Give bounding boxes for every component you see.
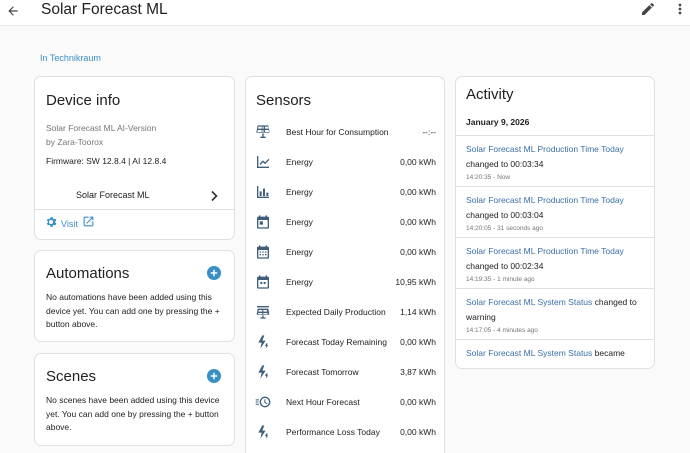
- activity-item: Solar Forecast ML Production Time Today …: [456, 186, 654, 237]
- sensor-row-performance-loss-today[interactable]: Performance Loss Today 0,00 kWh: [246, 418, 444, 448]
- sensor-name: Forecast Today Remaining: [286, 337, 387, 347]
- activity-item: Solar Forecast ML Production Time Today …: [456, 237, 654, 288]
- sensor-name: Performance Loss Today: [286, 427, 380, 437]
- sensor-row-energy[interactable]: Energy 10,95 kWh: [246, 268, 444, 298]
- sensors-title: Sensors: [256, 92, 312, 109]
- sensor-name: Expected Daily Production: [286, 307, 386, 317]
- activity-time: 14:19:35 - 1 minute ago: [466, 276, 535, 283]
- device-info-card: Device info Solar Forecast ML AI-Version…: [34, 76, 235, 240]
- activity-text: changed to 00:03:04: [466, 210, 544, 220]
- sensor-name: Forecast Tomorrow: [286, 367, 359, 377]
- flash-icon: [255, 334, 271, 350]
- sensor-value: 0,00 kWh: [400, 157, 436, 167]
- card-divider: [35, 209, 234, 210]
- activity-time: 14:20:05 - 31 seconds ago: [466, 225, 543, 232]
- chart-bar-icon: [255, 184, 271, 200]
- add-automation-button[interactable]: [207, 266, 221, 280]
- solar-panel-icon: [255, 124, 271, 140]
- activity-entity-link[interactable]: Solar Forecast ML System Status: [466, 348, 592, 358]
- activity-item: Solar Forecast ML Production Time Today …: [456, 135, 654, 186]
- device-entry-link[interactable]: Solar Forecast ML: [35, 180, 234, 210]
- device-entry-label: Solar Forecast ML: [76, 190, 150, 200]
- sensor-value: 0,00 kWh: [400, 217, 436, 227]
- calendar-month-icon: [255, 274, 271, 290]
- more-vertical-icon[interactable]: [674, 1, 688, 19]
- activity-time: 14:17:05 - 4 minutes ago: [466, 327, 538, 334]
- scenes-empty-text: No scenes have been added using this dev…: [46, 395, 220, 432]
- sensor-name: Energy: [286, 277, 313, 287]
- chart-line-icon: [255, 154, 271, 170]
- automations-card: Automations No automations have been add…: [34, 250, 235, 342]
- flash-icon: [255, 364, 271, 380]
- activity-entity-link[interactable]: Solar Forecast ML Production Time Today: [466, 246, 624, 256]
- edit-pencil-icon[interactable]: [640, 1, 658, 19]
- calendar-week-icon: [255, 244, 271, 260]
- sensor-name: Energy: [286, 157, 313, 167]
- sensor-row-forecast-tomorrow[interactable]: Forecast Tomorrow 3,87 kWh: [246, 358, 444, 388]
- sensor-row-next-hour-forecast[interactable]: Next Hour Forecast 0,00 kWh: [246, 388, 444, 418]
- sensor-row-best-hour[interactable]: Best Hour for Consumption --:--: [246, 118, 444, 148]
- automations-empty-text: No automations have been added using thi…: [46, 292, 220, 329]
- sensor-name: Energy: [286, 247, 313, 257]
- area-link[interactable]: In Technikraum: [40, 53, 101, 63]
- plus-icon: [210, 269, 218, 277]
- sensor-value: 3,87 kWh: [400, 367, 436, 377]
- calendar-icon: [255, 214, 271, 230]
- flash-icon: [255, 424, 271, 440]
- activity-title: Activity: [466, 86, 514, 103]
- sensor-row-forecast-today-remaining[interactable]: Forecast Today Remaining 0,00 kWh: [246, 328, 444, 358]
- top-app-bar: Solar Forecast ML: [0, 0, 690, 26]
- sensor-row-energy[interactable]: Energy 0,00 kWh: [246, 238, 444, 268]
- activity-entity-link[interactable]: Solar Forecast ML System Status: [466, 297, 592, 307]
- activity-entity-link[interactable]: Solar Forecast ML Production Time Today: [466, 144, 624, 154]
- sensor-row-energy[interactable]: Energy 0,00 kWh: [246, 178, 444, 208]
- sensor-value: 10,95 kWh: [395, 277, 436, 287]
- sensor-value: 0,00 kWh: [400, 247, 436, 257]
- sensor-name: Next Hour Forecast: [286, 397, 360, 407]
- sensor-row-expected-daily-production[interactable]: Expected Daily Production 1,14 kWh: [246, 298, 444, 328]
- activity-text: changed to 00:03:34: [466, 159, 544, 169]
- clock-fast-icon: [255, 394, 271, 410]
- sensor-name: Best Hour for Consumption: [286, 127, 389, 137]
- chevron-right-icon: [209, 189, 219, 202]
- plus-icon: [210, 372, 218, 380]
- activity-entity-link[interactable]: Solar Forecast ML Production Time Today: [466, 195, 624, 205]
- back-arrow-icon[interactable]: [3, 1, 23, 21]
- activity-item: Solar Forecast ML System Status became: [456, 339, 654, 368]
- sensor-value: 0,00 kWh: [400, 337, 436, 347]
- sensors-card: Sensors Best Hour for Consumption --:-- …: [245, 76, 445, 453]
- sensor-row-energy[interactable]: Energy 0,00 kWh: [246, 148, 444, 178]
- automations-title: Automations: [46, 265, 130, 282]
- activity-item: Solar Forecast ML System Status changed …: [456, 288, 654, 339]
- solar-power-icon: [255, 304, 271, 320]
- sensor-value: --:--: [422, 127, 436, 137]
- add-scene-button[interactable]: [207, 369, 221, 383]
- sensor-value: 1,14 kWh: [400, 307, 436, 317]
- sensor-row-energy[interactable]: Energy 0,00 kWh: [246, 208, 444, 238]
- sensor-value: 0,00 kWh: [400, 397, 436, 407]
- activity-text: became: [594, 348, 625, 358]
- visit-label: Visit: [61, 219, 78, 229]
- gear-icon: [44, 215, 58, 234]
- page-title: Solar Forecast ML: [41, 1, 168, 18]
- activity-text: changed to 00:02:34: [466, 261, 544, 271]
- sensor-name: Energy: [286, 187, 313, 197]
- activity-time: 14:20:35 - Now: [466, 174, 511, 181]
- device-model: Solar Forecast ML AI-Version: [46, 123, 157, 133]
- sensor-value: 0,00 kWh: [400, 187, 436, 197]
- scenes-card: Scenes No scenes have been added using t…: [34, 353, 235, 446]
- device-info-title: Device info: [46, 92, 121, 109]
- activity-card: Activity January 9, 2026 Solar Forecast …: [455, 76, 655, 369]
- sensor-name: Energy: [286, 217, 313, 227]
- scenes-title: Scenes: [46, 368, 97, 385]
- activity-date: January 9, 2026: [466, 117, 530, 127]
- open-in-new-icon: [82, 215, 95, 233]
- visit-button[interactable]: Visit: [44, 216, 95, 232]
- sensor-value: 0,00 kWh: [400, 427, 436, 437]
- device-firmware: Firmware: SW 12.8.4 | AI 12.8.4: [46, 156, 167, 166]
- device-manufacturer: by Zara-Toorox: [46, 137, 104, 147]
